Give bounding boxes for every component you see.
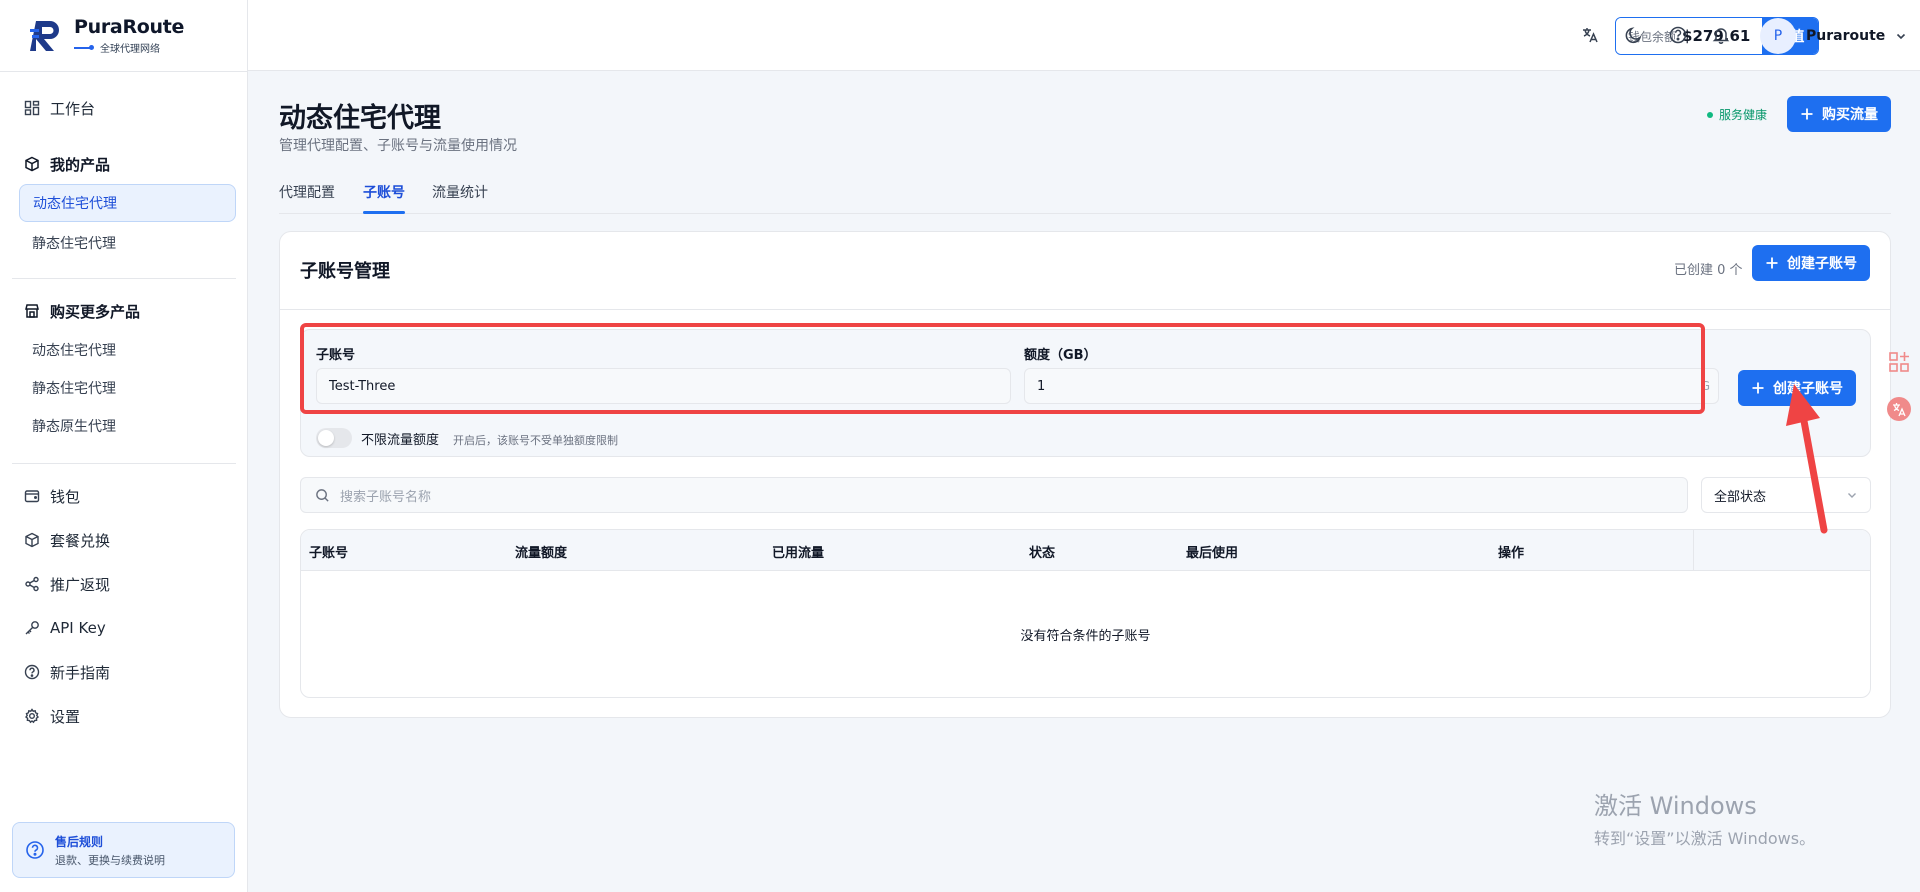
watermark-line1: 激活 Windows — [1594, 792, 1757, 820]
sidebar-item-label: 推广返现 — [50, 575, 111, 594]
tab-proxy-config[interactable]: 代理配置 — [279, 182, 335, 202]
unlimited-hint: 开启后，该账号不受单独额度限制 — [453, 434, 618, 447]
create-sub-account-header-button[interactable]: 创建子账号 — [1752, 245, 1870, 281]
sub-account-table: 子账号 流量额度 已用流量 状态 最后使用 操作 没有符合条件的子账号 — [300, 529, 1871, 698]
tab-bar: 代理配置 子账号 流量统计 — [279, 176, 1891, 214]
user-menu[interactable]: P Puraroute — [1760, 17, 1907, 55]
buy-traffic-button[interactable]: 购买流量 — [1787, 96, 1891, 132]
bell-icon[interactable] — [1711, 25, 1731, 45]
sidebar-item-workbench[interactable]: 工作台 — [12, 90, 236, 126]
col-used: 已用流量 — [772, 546, 825, 561]
sidebar-item-package-redeem[interactable]: 套餐兑换 — [12, 522, 236, 558]
logo-mark-icon — [30, 20, 59, 51]
sidebar-item-dynamic-residential[interactable]: 动态住宅代理 — [19, 184, 236, 222]
wallet-icon — [24, 490, 40, 503]
chevron-down-icon — [1897, 33, 1906, 40]
col-status: 状态 — [1029, 546, 1056, 561]
gear-icon — [25, 708, 39, 724]
after-sales-title: 售后规则 — [55, 834, 104, 849]
windows-activation-watermark: 激活 Windows 转到“设置”以激活 Windows。 — [1594, 786, 1815, 849]
plus-icon — [1801, 108, 1813, 120]
top-bar: 钱包余额 $279.61 充值 P Puraroute — [248, 0, 1920, 71]
moon-icon[interactable] — [1624, 25, 1644, 45]
sidebar-item-label: 工作台 — [50, 99, 96, 118]
status-dot-icon — [1707, 111, 1713, 118]
col-sub-account: 子账号 — [309, 546, 349, 561]
sub-account-card: 子账号管理 已创建 0 个 创建子账号 子账号 Test-Three 额度（GB… — [279, 231, 1891, 718]
sidebar-item-settings[interactable]: 设置 — [12, 698, 236, 734]
cube-icon — [25, 156, 39, 172]
sidebar-item-label: 钱包 — [50, 487, 81, 506]
highlight-annotation — [300, 323, 1705, 414]
brand-tagline: 全球代理网络 — [100, 44, 160, 55]
sidebar-item-label: 设置 — [50, 707, 81, 726]
sidebar-group-label: 购买更多产品 — [50, 302, 141, 321]
avatar: P — [1760, 18, 1796, 54]
sidebar-group-my-products: 我的产品 — [12, 146, 236, 182]
service-health-text: 服务健康 — [1719, 108, 1768, 122]
service-health-badge: 服务健康 — [1707, 106, 1767, 123]
dashboard-icon — [24, 100, 40, 116]
sidebar-item-guide[interactable]: 新手指南 — [12, 654, 236, 690]
translate-float-icon[interactable] — [1886, 396, 1912, 422]
after-sales-desc: 退款、更换与续费说明 — [55, 853, 165, 867]
col-actions: 操作 — [1498, 546, 1525, 561]
active-tab-indicator — [363, 211, 405, 214]
watermark-line2: 转到“设置”以激活 Windows。 — [1594, 829, 1816, 848]
help-circle-icon — [26, 841, 44, 859]
arrow-annotation-icon — [1786, 384, 1828, 534]
after-sales-card[interactable]: 售后规则 退款、更换与续费说明 — [12, 822, 235, 878]
sidebar-item-buy-static-native[interactable]: 静态原生代理 — [19, 407, 236, 445]
tab-sub-accounts[interactable]: 子账号 — [363, 182, 405, 202]
search-icon — [316, 488, 329, 502]
search-placeholder: 搜索子账号名称 — [340, 489, 432, 505]
sidebar-group-buy-more: 购买更多产品 — [12, 293, 236, 329]
unlimited-toggle[interactable] — [316, 428, 352, 448]
chevron-down-icon — [1848, 493, 1856, 498]
translate-icon[interactable] — [1580, 25, 1600, 45]
col-quota: 流量额度 — [515, 546, 568, 561]
sidebar-item-wallet[interactable]: 钱包 — [12, 478, 236, 514]
unlimited-label: 不限流量额度 — [361, 433, 440, 448]
card-title: 子账号管理 — [300, 261, 390, 282]
page-title: 动态住宅代理 — [279, 103, 441, 134]
help-circle-icon[interactable] — [1668, 25, 1688, 45]
help-circle-icon — [24, 664, 40, 680]
user-name: Puraroute — [1806, 28, 1886, 44]
search-input[interactable]: 搜索子账号名称 — [300, 477, 1688, 513]
brand-name: PuraRoute — [74, 16, 185, 38]
sidebar: PuraRoute 全球代理网络 工作台 我的产品 动态住宅代理 静态住宅代理 … — [0, 0, 248, 892]
plus-icon — [1752, 382, 1764, 394]
sidebar-item-static-residential[interactable]: 静态住宅代理 — [19, 224, 236, 262]
sidebar-item-buy-dynamic-residential[interactable]: 动态住宅代理 — [19, 331, 236, 369]
sidebar-item-api-key[interactable]: API Key — [12, 610, 236, 646]
page-subtitle: 管理代理配置、子账号与流量使用情况 — [279, 138, 517, 154]
col-last-used: 最后使用 — [1186, 546, 1239, 561]
empty-state: 没有符合条件的子账号 — [1020, 629, 1151, 644]
buy-traffic-label: 购买流量 — [1822, 107, 1878, 123]
tab-traffic-stats[interactable]: 流量统计 — [432, 182, 488, 202]
sidebar-item-label: 新手指南 — [50, 663, 111, 682]
sidebar-item-referral[interactable]: 推广返现 — [12, 566, 236, 602]
table-header: 子账号 流量额度 已用流量 状态 最后使用 操作 — [301, 530, 1870, 571]
key-icon — [25, 621, 39, 635]
sidebar-group-label: 我的产品 — [50, 155, 111, 174]
created-count: 已创建 0 个 — [1674, 263, 1743, 278]
share-icon — [25, 576, 39, 592]
sidebar-item-buy-static-residential[interactable]: 静态住宅代理 — [19, 369, 236, 407]
package-icon — [25, 532, 39, 548]
sidebar-item-label: API Key — [50, 619, 106, 637]
brand-logo[interactable]: PuraRoute 全球代理网络 — [30, 16, 184, 55]
plus-icon — [1766, 257, 1778, 269]
store-icon — [25, 304, 39, 318]
apps-icon[interactable] — [1886, 349, 1912, 375]
sidebar-item-label: 套餐兑换 — [50, 531, 111, 550]
status-filter-value: 全部状态 — [1714, 489, 1767, 505]
create-sub-account-label: 创建子账号 — [1787, 256, 1857, 272]
